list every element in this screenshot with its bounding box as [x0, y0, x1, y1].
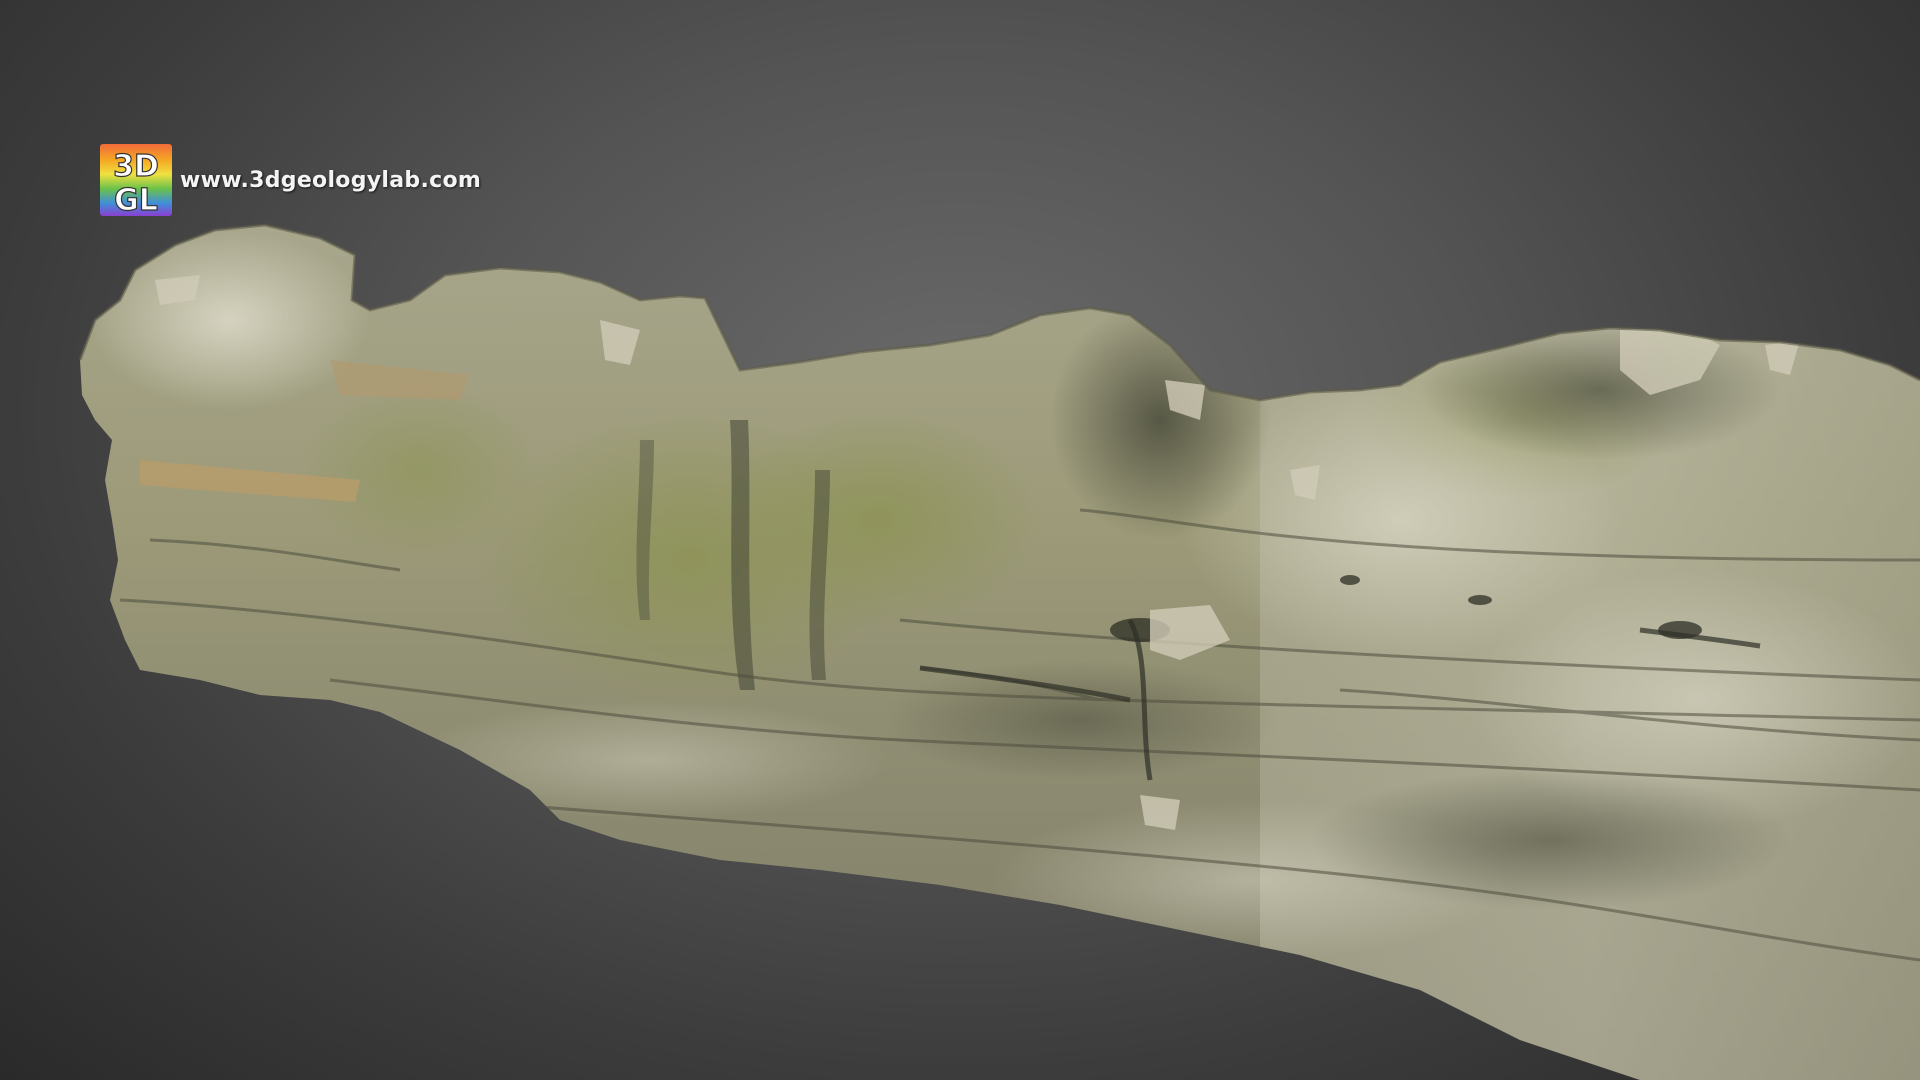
shadow-patch	[880, 660, 1280, 780]
watermark-url: www.3dgeologylab.com	[180, 167, 482, 193]
3d-viewer-canvas[interactable]: 3D GL www.3dgeologylab.com	[0, 0, 1920, 1080]
moss-patch	[300, 380, 540, 560]
shadow-patch	[1310, 770, 1790, 910]
watermark: 3D GL www.3dgeologylab.com	[100, 144, 481, 216]
moss-patch	[720, 410, 1040, 630]
3dgl-logo-icon: 3D GL	[100, 144, 172, 216]
logo-text-bottom: GL	[114, 183, 158, 216]
logo-text-top: 3D	[113, 149, 159, 184]
light-patch	[90, 230, 370, 410]
